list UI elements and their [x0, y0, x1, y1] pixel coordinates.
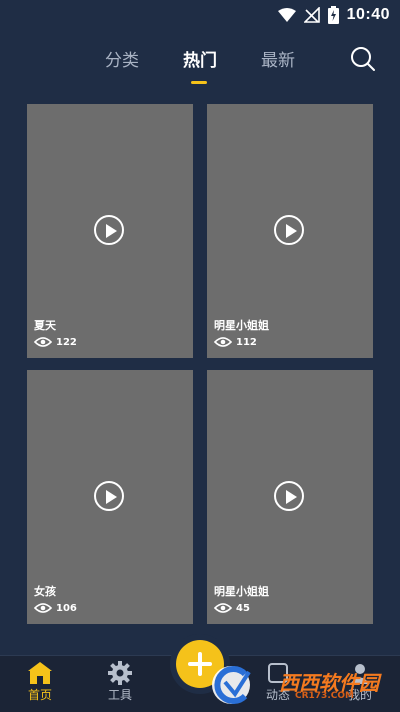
nav-home[interactable]: 首页	[10, 660, 70, 703]
view-count-value: 122	[56, 336, 77, 348]
nav-tools[interactable]: 工具	[90, 660, 150, 703]
watermark-logo-icon	[212, 666, 251, 704]
search-icon	[351, 47, 375, 71]
video-title: 女孩	[34, 585, 56, 598]
status-time: 10:40	[346, 6, 390, 23]
video-card[interactable]: 明星小姐姐 112	[207, 104, 373, 358]
video-card[interactable]: 明星小姐姐 45	[207, 370, 373, 624]
video-title: 夏天	[34, 319, 56, 332]
nav-home-label: 首页	[27, 688, 52, 702]
view-count-value: 106	[56, 602, 77, 614]
tab-category[interactable]: 分类	[105, 46, 139, 71]
play-icon[interactable]	[94, 215, 124, 245]
search-button[interactable]	[350, 46, 376, 72]
view-count: 106	[34, 602, 77, 614]
battery-charging-icon	[327, 6, 339, 24]
wifi-icon	[277, 7, 296, 22]
active-tab-indicator	[191, 81, 207, 84]
watermark-sub: CR173.COM	[295, 691, 354, 701]
view-count: 45	[214, 602, 250, 614]
home-icon	[28, 662, 52, 684]
tab-hot[interactable]: 热门	[183, 46, 217, 71]
eye-icon	[214, 603, 232, 613]
tab-latest[interactable]: 最新	[261, 46, 295, 71]
no-signal-icon	[303, 7, 320, 23]
gear-icon	[108, 661, 132, 685]
watermark: 西西软件园 CR173.COM	[205, 664, 395, 706]
video-card[interactable]: 夏天 122	[27, 104, 193, 358]
video-card[interactable]: 女孩 106	[27, 370, 193, 624]
play-icon[interactable]	[274, 481, 304, 511]
video-title: 明星小姐姐	[214, 319, 269, 332]
view-count: 112	[214, 336, 257, 348]
top-tabs: 分类 热门 最新	[0, 38, 400, 82]
status-bar: 10:40	[0, 0, 400, 34]
video-title: 明星小姐姐	[214, 585, 269, 598]
play-icon[interactable]	[274, 215, 304, 245]
eye-icon	[34, 337, 52, 347]
eye-icon	[214, 337, 232, 347]
eye-icon	[34, 603, 52, 613]
nav-tools-label: 工具	[107, 688, 132, 702]
view-count-value: 112	[236, 336, 257, 348]
view-count: 122	[34, 336, 77, 348]
view-count-value: 45	[236, 602, 250, 614]
play-icon[interactable]	[94, 481, 124, 511]
